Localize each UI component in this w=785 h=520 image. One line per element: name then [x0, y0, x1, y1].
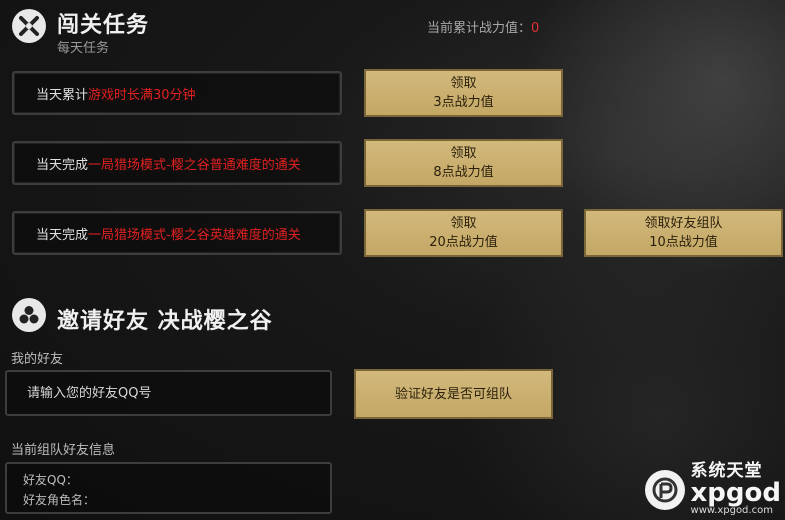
- friend-role-label: 好友角色名：: [23, 493, 96, 507]
- my-friends-label: 我的好友: [11, 352, 64, 367]
- watermark-en: xpgod: [690, 478, 781, 508]
- team-info-label: 当前组队好友信息: [11, 443, 116, 458]
- friend-qq-input[interactable]: [7, 372, 330, 414]
- triple-circle-icon: [12, 298, 46, 332]
- claim-label: 领取: [450, 146, 477, 161]
- task-row-1: 当天累计 游戏时长满30分钟: [12, 71, 342, 115]
- claim-team-label: 领取好友组队: [644, 216, 723, 231]
- section-title-invite: 邀请好友 决战樱之谷: [57, 309, 273, 334]
- total-power-label: 当前累计战力值：: [427, 21, 532, 36]
- task-highlight: 游戏时长满30分钟: [88, 87, 196, 103]
- verify-friend-button[interactable]: 验证好友是否可组队: [354, 369, 553, 419]
- claim-team-reward: 10点战力值: [649, 235, 718, 250]
- claim-label: 领取: [450, 76, 477, 91]
- task-row-2: 当天完成 一局猎场模式-樱之谷普通难度的通关: [12, 141, 342, 185]
- verify-friend-label: 验证好友是否可组队: [394, 386, 512, 402]
- claim-button-task-2[interactable]: 领取 8点战力值: [364, 139, 563, 187]
- claim-button-task-3[interactable]: 领取 20点战力值: [364, 209, 563, 257]
- claim-reward: 8点战力值: [433, 165, 494, 180]
- friend-qq-label: 好友QQ：: [23, 473, 78, 487]
- task-prefix: 当天累计: [36, 87, 89, 103]
- section-title-daily: 闯关任务: [57, 13, 150, 38]
- task-prefix: 当天完成: [36, 227, 89, 243]
- claim-reward: 3点战力值: [433, 95, 494, 110]
- watermark-logo-icon: [644, 469, 685, 510]
- task-prefix: 当天完成: [36, 157, 89, 173]
- section-subtitle: 每天任务: [57, 41, 110, 56]
- total-power-value: 0: [531, 21, 540, 36]
- team-info-box: 好友QQ： 好友角色名：: [5, 462, 332, 514]
- task-highlight: 一局猎场模式-樱之谷英雄难度的通关: [88, 227, 301, 243]
- site-watermark: 系统天堂 xpgod www.xpgod.com: [644, 463, 781, 516]
- crossed-swords-icon: [12, 9, 46, 43]
- friend-qq-field[interactable]: [5, 370, 332, 416]
- claim-reward: 20点战力值: [429, 235, 498, 250]
- claim-button-task-1[interactable]: 领取 3点战力值: [364, 69, 563, 117]
- claim-label: 领取: [450, 216, 477, 231]
- total-power-display: 当前累计战力值：0: [427, 17, 539, 36]
- watermark-url: www.xpgod.com: [690, 505, 773, 516]
- task-highlight: 一局猎场模式-樱之谷普通难度的通关: [88, 157, 301, 173]
- task-row-3: 当天完成 一局猎场模式-樱之谷英雄难度的通关: [12, 211, 342, 255]
- claim-team-button[interactable]: 领取好友组队 10点战力值: [584, 209, 783, 257]
